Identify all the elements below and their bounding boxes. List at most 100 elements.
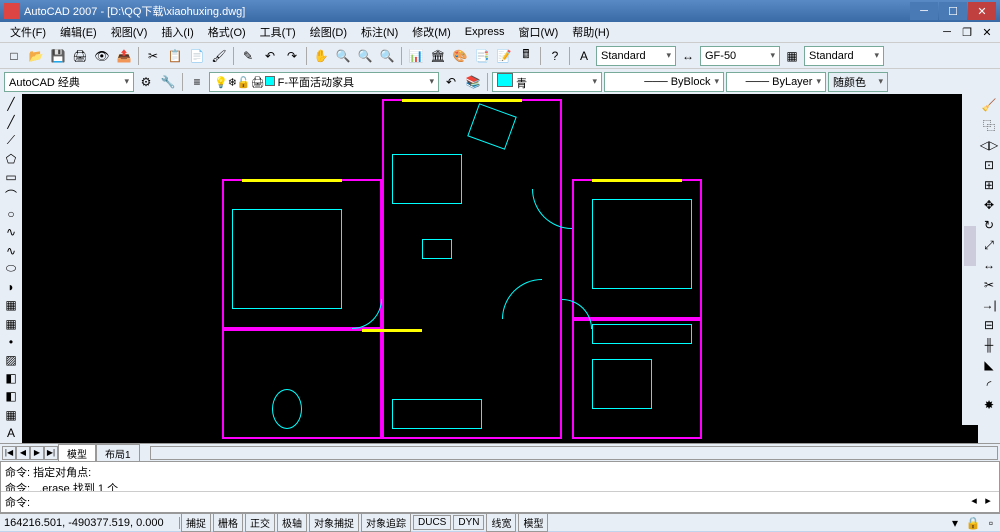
menu-tools[interactable]: 工具(T) [254, 22, 302, 42]
mtext-tool[interactable]: A [2, 425, 20, 441]
paste-button[interactable]: 📄 [187, 46, 207, 66]
point-tool[interactable]: • [2, 334, 20, 350]
blockeditor-button[interactable]: ✎ [238, 46, 258, 66]
dimstyle-icon[interactable]: ↔ [678, 46, 698, 66]
scale-tool[interactable]: ⤢ [980, 236, 998, 254]
menu-dimension[interactable]: 标注(N) [355, 22, 404, 42]
menu-file[interactable]: 文件(F) [4, 22, 52, 42]
copy-tool[interactable]: ⿻ [980, 116, 998, 134]
cut-button[interactable]: ✂ [143, 46, 163, 66]
plotpreview-button[interactable]: 👁 [92, 46, 112, 66]
break-tool[interactable]: ⊟ [980, 316, 998, 334]
menu-express[interactable]: Express [459, 24, 511, 40]
zoomprev-button[interactable]: 🔍 [377, 46, 397, 66]
menu-insert[interactable]: 插入(I) [155, 22, 199, 42]
grid-toggle[interactable]: 栅格 [213, 513, 243, 532]
dyn-toggle[interactable]: DYN [453, 515, 484, 530]
menu-format[interactable]: 格式(O) [202, 22, 252, 42]
publish-button[interactable]: 📤 [114, 46, 134, 66]
polygon-tool[interactable]: ⬠ [2, 151, 20, 167]
save-button[interactable]: 💾 [48, 46, 68, 66]
stretch-tool[interactable]: ↔ [980, 256, 998, 274]
layerstate-button[interactable]: 📚 [463, 72, 483, 92]
tab-layout1[interactable]: 布局1 [96, 444, 140, 462]
gradient-tool[interactable]: ◧ [2, 370, 20, 386]
insertblock-tool[interactable]: ▦ [2, 297, 20, 313]
qnew-button[interactable]: □ [4, 46, 24, 66]
mytoolbar-button[interactable]: 🔧 [158, 72, 178, 92]
menu-window[interactable]: 窗口(W) [513, 22, 565, 42]
workspace-settings-button[interactable]: ⚙ [136, 72, 156, 92]
drawing-canvas[interactable] [22, 94, 978, 443]
zoomrt-button[interactable]: 🔍 [333, 46, 353, 66]
comm-center-icon[interactable]: 🔒 [964, 514, 982, 532]
rectangle-tool[interactable]: ▭ [2, 169, 20, 185]
help-button[interactable]: ? [545, 46, 565, 66]
menu-view[interactable]: 视图(V) [105, 22, 154, 42]
array-tool[interactable]: ⊞ [980, 176, 998, 194]
dimstyle-combo[interactable]: GF-50▾ [700, 46, 780, 66]
xline-tool[interactable]: ╱ [2, 114, 20, 130]
layerprev-button[interactable]: ↶ [441, 72, 461, 92]
line-tool[interactable]: ╱ [2, 96, 20, 112]
tablestyle-icon[interactable]: ▦ [782, 46, 802, 66]
otrack-toggle[interactable]: 对象追踪 [361, 513, 411, 532]
open-button[interactable]: 📂 [26, 46, 46, 66]
menu-edit[interactable]: 编辑(E) [54, 22, 103, 42]
hscrollbar[interactable] [150, 446, 998, 460]
matchprop-button[interactable]: 🖌 [209, 46, 229, 66]
lineweight-combo[interactable]: ─── ByLayer▾ [726, 72, 826, 92]
lwt-toggle[interactable]: 线宽 [486, 513, 516, 532]
ellipsearc-tool[interactable]: ◗ [2, 279, 20, 295]
props-button[interactable]: 📊 [406, 46, 426, 66]
workspace-combo[interactable]: AutoCAD 经典▾ [4, 72, 134, 92]
spline-tool[interactable]: ∿ [2, 243, 20, 259]
chamfer-tool[interactable]: ◣ [980, 356, 998, 374]
menu-draw[interactable]: 绘图(D) [304, 22, 353, 42]
tablestyle-combo[interactable]: Standard▾ [804, 46, 884, 66]
ortho-toggle[interactable]: 正交 [245, 513, 275, 532]
doc-close-button[interactable]: ✕ [978, 25, 996, 39]
makeblock-tool[interactable]: ▦ [2, 315, 20, 331]
polar-toggle[interactable]: 极轴 [277, 513, 307, 532]
model-toggle[interactable]: 模型 [518, 513, 548, 532]
menu-modify[interactable]: 修改(M) [406, 22, 457, 42]
quickcalc-button[interactable]: 🖩 [516, 46, 536, 66]
ducs-toggle[interactable]: DUCS [413, 515, 451, 530]
close-button[interactable]: ✕ [968, 2, 996, 20]
command-line[interactable]: 命令: ◂ ▸ [1, 491, 999, 512]
tab-next-button[interactable]: ▶ [30, 446, 44, 460]
circle-tool[interactable]: ○ [2, 206, 20, 222]
revcloud-tool[interactable]: ∿ [2, 224, 20, 240]
join-tool[interactable]: ╫ [980, 336, 998, 354]
hatch-tool[interactable]: ▨ [2, 352, 20, 368]
coords-display[interactable]: 164216.501, -490377.519, 0.000 [0, 517, 180, 529]
maximize-button[interactable]: ☐ [939, 2, 967, 20]
tab-first-button[interactable]: |◀ [2, 446, 16, 460]
menu-help[interactable]: 帮助(H) [566, 22, 615, 42]
pline-tool[interactable]: ⟋ [2, 132, 20, 148]
linetype-combo[interactable]: ─── ByBlock▾ [604, 72, 724, 92]
markup-button[interactable]: 📝 [494, 46, 514, 66]
tray-icon[interactable]: ▫ [982, 514, 1000, 532]
redo-button[interactable]: ↷ [282, 46, 302, 66]
ssm-button[interactable]: 📑 [472, 46, 492, 66]
table-tool[interactable]: ▦ [2, 407, 20, 423]
plotstyle-combo[interactable]: 随颜色▾ [828, 72, 888, 92]
tab-last-button[interactable]: ▶| [44, 446, 58, 460]
fillet-tool[interactable]: ◜ [980, 376, 998, 394]
vscrollbar[interactable] [962, 94, 978, 425]
toolpal-button[interactable]: 🎨 [450, 46, 470, 66]
erase-tool[interactable]: 🧹 [980, 96, 998, 114]
trim-tool[interactable]: ✂ [980, 276, 998, 294]
offset-tool[interactable]: ⊡ [980, 156, 998, 174]
statusbar-menu-icon[interactable]: ▾ [946, 514, 964, 532]
ellipse-tool[interactable]: ⬭ [2, 261, 20, 277]
color-combo[interactable]: 青▾ [492, 72, 602, 92]
extend-tool[interactable]: →| [980, 296, 998, 314]
minimize-button[interactable]: ─ [910, 2, 938, 20]
plot-button[interactable]: 🖨 [70, 46, 90, 66]
copy-button[interactable]: 📋 [165, 46, 185, 66]
zoomwin-button[interactable]: 🔍 [355, 46, 375, 66]
region-tool[interactable]: ◧ [2, 388, 20, 404]
